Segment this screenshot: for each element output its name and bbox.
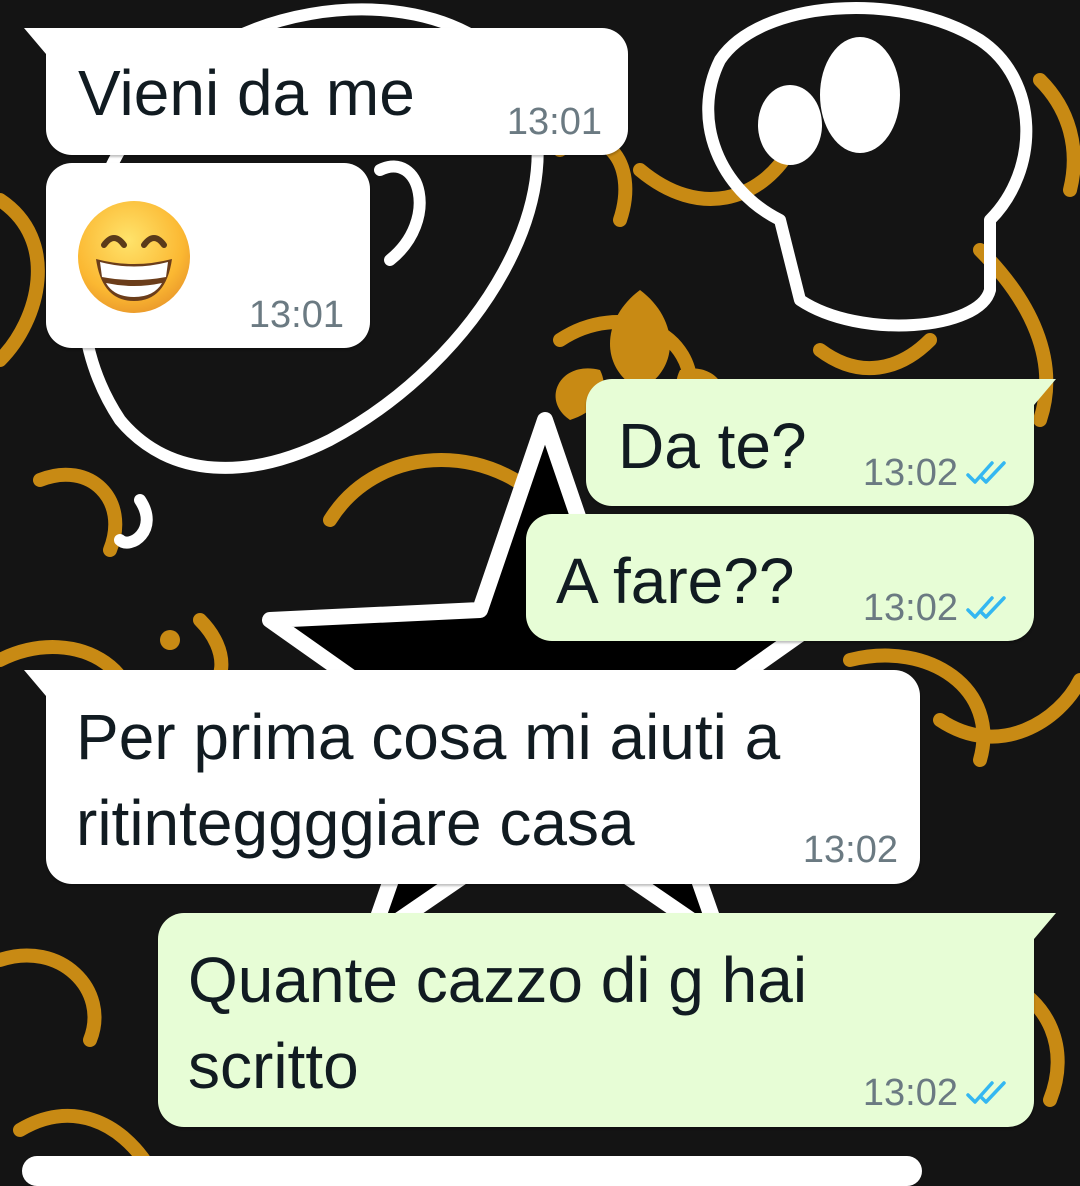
message-text-line: Per prima cosa mi aiuti a [76, 701, 781, 773]
message-text: Vieni da me [78, 57, 415, 129]
message-meta: 13:01 [507, 102, 602, 142]
message-meta: 13:01 [249, 295, 344, 335]
message-time: 13:02 [802, 829, 898, 871]
incoming-message-bubble[interactable]: Vieni da me 13:01 [24, 28, 628, 155]
message-text-line: Quante cazzo di g hai [188, 944, 808, 1016]
double-check-read-icon [966, 596, 1006, 619]
chat-conversation[interactable]: Vieni da me 13:01 13:01 Da te? 13:02 A f… [0, 0, 1080, 1186]
message-time: 13:02 [862, 1072, 958, 1114]
grinning-face-with-smiling-eyes-emoji [78, 201, 190, 313]
double-check-read-icon [966, 461, 1006, 484]
incoming-emoji-message-bubble[interactable]: 13:01 [46, 163, 370, 348]
message-time: 13:01 [506, 101, 602, 143]
message-time: 13:02 [862, 587, 958, 629]
double-check-read-icon [966, 1081, 1006, 1104]
outgoing-message-bubble[interactable]: Da te? 13:02 [586, 379, 1056, 506]
message-meta: 13:02 [803, 830, 898, 870]
outgoing-message-bubble[interactable]: A fare?? 13:02 [526, 514, 1034, 641]
incoming-message-bubble[interactable]: Per prima cosa mi aiuti a ritinteggggiar… [24, 670, 920, 884]
message-meta: 13:02 [863, 588, 1012, 628]
outgoing-message-bubble[interactable]: Quante cazzo di g hai scritto 13:02 [158, 913, 1056, 1127]
message-text: Da te? [618, 410, 807, 482]
message-text-line: scritto [188, 1030, 359, 1102]
message-time: 13:02 [862, 452, 958, 494]
message-time: 13:01 [248, 294, 344, 336]
next-message-bubble-partial[interactable] [22, 1156, 922, 1186]
message-meta: 13:02 [863, 453, 1012, 493]
message-text: A fare?? [556, 545, 795, 617]
message-text-line: ritinteggggiare casa [76, 787, 635, 859]
message-meta: 13:02 [863, 1073, 1012, 1113]
